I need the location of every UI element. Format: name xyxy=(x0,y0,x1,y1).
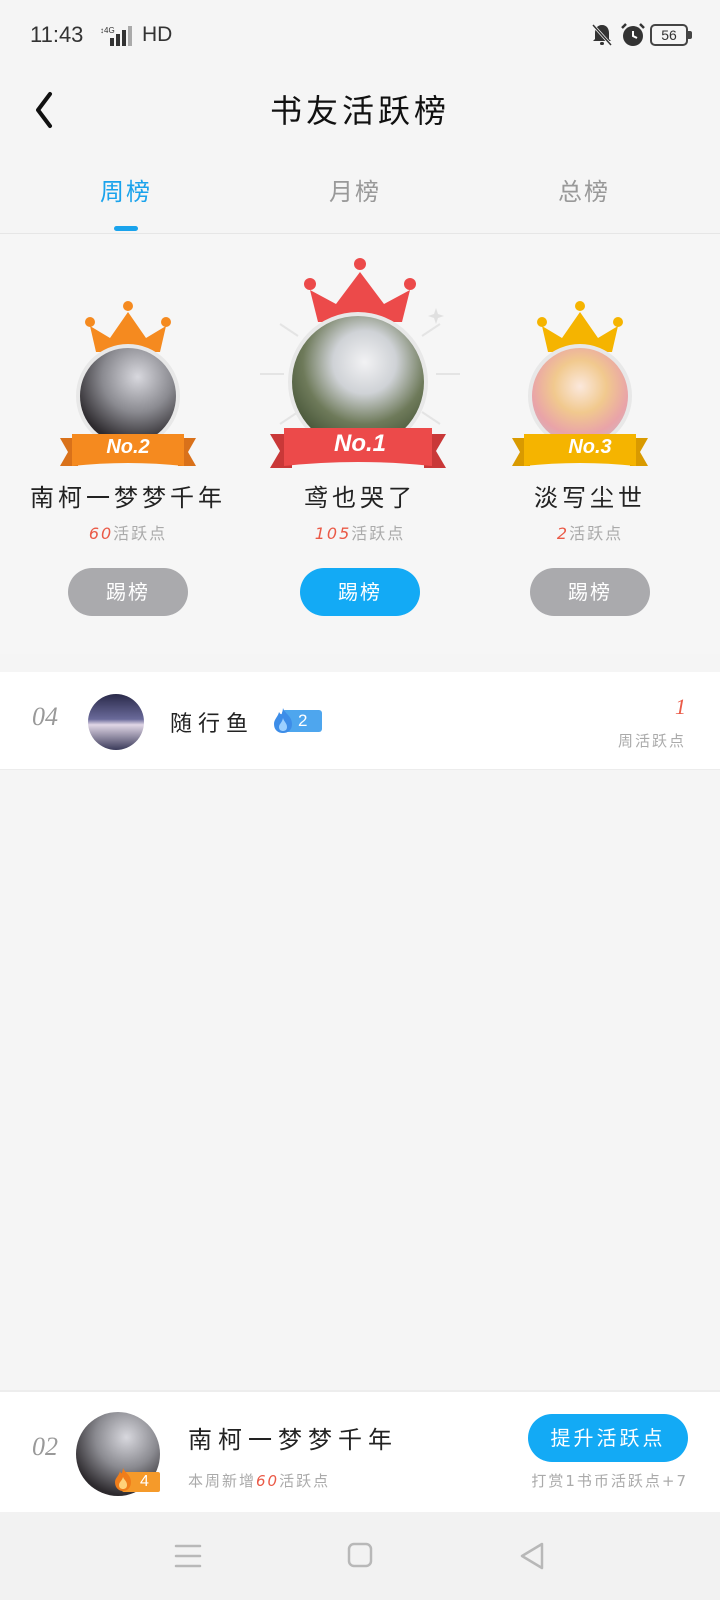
svg-text:↕4G: ↕4G xyxy=(100,26,115,35)
level-badge: 2 xyxy=(270,706,324,734)
back-triangle-icon[interactable] xyxy=(512,1538,552,1574)
status-time: 11:43 xyxy=(30,22,84,47)
podium: No.2 南柯一梦梦千年 60活跃点 踢榜 No.1 鸢也哭了 105活跃点 踢… xyxy=(0,234,720,654)
points-value: 60 xyxy=(88,524,114,543)
kick-button-third[interactable]: 踢榜 xyxy=(530,568,650,616)
podium-name-third: 淡写尘世 xyxy=(534,484,646,512)
rank-label-third: No.3 xyxy=(568,436,612,458)
rank-label-second: No.2 xyxy=(106,436,150,458)
podium-third: No.3 淡写尘世 2活跃点 踢榜 xyxy=(480,234,700,634)
system-nav-bar xyxy=(0,1512,720,1600)
page-title: 书友活跃榜 xyxy=(269,92,450,130)
menu-lines-icon[interactable] xyxy=(168,1538,208,1574)
level-value: 2 xyxy=(298,711,308,730)
my-rank-bar: 02 4 南柯一梦梦千年 本周新增60活跃点 提升活跃点 打赏1书币活跃点+7 xyxy=(0,1390,720,1512)
battery-icon: 56 xyxy=(650,24,692,48)
my-weekly-gain: 本周新增60活跃点 xyxy=(188,1470,330,1491)
header: 书友活跃榜 xyxy=(0,72,720,152)
podium-points-first: 105活跃点 xyxy=(250,520,470,544)
boost-hint: 打赏1书币活跃点+7 xyxy=(531,1472,688,1490)
status-bar: 11:43 ↕4G HD 56 xyxy=(0,0,720,72)
alarm-icon xyxy=(621,23,645,46)
points-value: 105 xyxy=(314,524,352,543)
points-suffix: 活跃点 xyxy=(113,524,168,543)
tab-bar: 周榜 月榜 总榜 xyxy=(0,152,720,234)
podium-points-second: 60活跃点 xyxy=(18,520,238,544)
podium-name-first: 鸢也哭了 xyxy=(304,484,416,512)
list-score-label: 周活跃点 xyxy=(617,732,686,750)
flame-icon xyxy=(274,708,292,733)
kick-button-first[interactable]: 踢榜 xyxy=(300,568,420,616)
tab-weekly[interactable]: 周榜 xyxy=(46,172,206,207)
list-score: 1 xyxy=(675,694,686,719)
my-level-badge: 4 xyxy=(112,1468,160,1492)
bell-off-icon xyxy=(591,23,613,47)
podium-points-third: 2活跃点 xyxy=(480,520,700,544)
list-rank: 04 xyxy=(32,702,58,731)
my-sub-prefix: 本周新增 xyxy=(188,1472,257,1490)
rank-label-first: No.1 xyxy=(333,430,386,457)
my-name: 南柯一梦梦千年 xyxy=(188,1426,398,1454)
kick-button-second[interactable]: 踢榜 xyxy=(68,568,188,616)
my-level-value: 4 xyxy=(140,1473,149,1490)
list-item[interactable]: 04 随行鱼 2 1 周活跃点 xyxy=(0,672,720,770)
avatar[interactable] xyxy=(88,694,144,750)
points-suffix: 活跃点 xyxy=(351,524,406,543)
my-rank: 02 xyxy=(32,1432,58,1461)
tab-monthly[interactable]: 月榜 xyxy=(275,172,435,207)
points-value: 2 xyxy=(556,524,570,543)
my-sub-points: 60 xyxy=(256,1472,280,1490)
tab-indicator xyxy=(114,226,138,231)
home-square-icon[interactable] xyxy=(340,1538,380,1574)
podium-first: No.1 鸢也哭了 105活跃点 踢榜 xyxy=(250,234,470,634)
points-suffix: 活跃点 xyxy=(569,524,624,543)
boost-activity-button[interactable]: 提升活跃点 xyxy=(528,1414,688,1462)
tab-total[interactable]: 总榜 xyxy=(504,172,664,207)
podium-second: No.2 南柯一梦梦千年 60活跃点 踢榜 xyxy=(18,234,238,634)
battery-level: 56 xyxy=(650,24,688,46)
podium-name-second: 南柯一梦梦千年 xyxy=(30,484,226,512)
signal-icon: ↕4G xyxy=(100,26,132,46)
my-sub-suffix: 活跃点 xyxy=(279,1472,331,1490)
network-label: HD xyxy=(142,23,173,46)
flame-icon xyxy=(115,1468,131,1491)
list-name: 随行鱼 xyxy=(170,712,255,737)
